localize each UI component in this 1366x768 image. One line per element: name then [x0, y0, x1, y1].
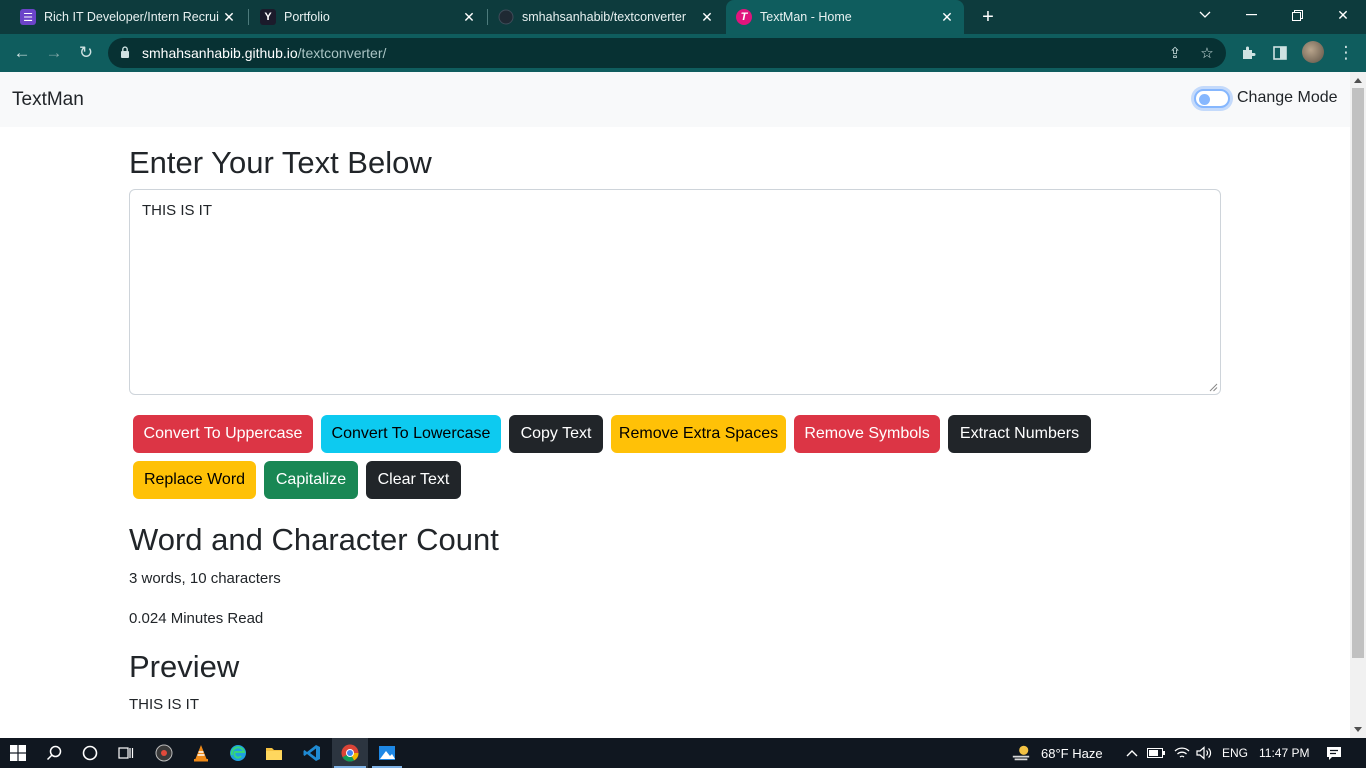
- textarea-value: THIS IS IT: [142, 202, 213, 219]
- copy-text-button[interactable]: Copy Text: [509, 415, 603, 453]
- side-panel-icon[interactable]: [1268, 41, 1292, 65]
- brand-link[interactable]: TextMan: [12, 89, 84, 111]
- cortana-icon[interactable]: [80, 743, 100, 763]
- windows-taskbar: 68°F Haze ENG 11:47 PM: [0, 738, 1366, 768]
- media-player-icon[interactable]: [154, 743, 174, 763]
- summary-heading: Word and Character Count: [129, 522, 499, 557]
- browser-toolbar: ← → ↻ smhahsanhabib.github.io/textconver…: [0, 34, 1366, 72]
- mode-toggle-switch[interactable]: [1194, 89, 1230, 108]
- tab-title: Portfolio: [284, 10, 330, 24]
- tab-rich-it[interactable]: ☰ Rich IT Developer/Intern Recruitm ✕: [0, 0, 246, 34]
- y-icon: Y: [260, 9, 276, 25]
- tab-title: smhahsanhabib/textconverter: [522, 10, 686, 24]
- remove-extra-spaces-button[interactable]: Remove Extra Spaces: [611, 415, 786, 453]
- task-view-icon[interactable]: [116, 743, 136, 763]
- page-title: Enter Your Text Below: [129, 145, 432, 180]
- remove-symbols-button[interactable]: Remove Symbols: [794, 415, 940, 453]
- scrollbar-thumb[interactable]: [1352, 88, 1364, 658]
- clear-text-button[interactable]: Clear Text: [366, 461, 461, 499]
- chrome-icon[interactable]: [340, 743, 360, 763]
- vlc-icon[interactable]: [191, 743, 211, 763]
- toggle-knob: [1199, 94, 1210, 105]
- close-window-button[interactable]: ✕: [1320, 0, 1366, 30]
- preview-heading: Preview: [129, 649, 240, 684]
- bookmark-star-icon[interactable]: ☆: [1198, 44, 1216, 62]
- replace-word-button[interactable]: Replace Word: [133, 461, 256, 499]
- url-path: /textconverter/: [297, 45, 387, 61]
- page-viewport: TextMan Change Mode Enter Your Text Belo…: [0, 72, 1350, 738]
- url-host: smhahsanhabib.github.io: [142, 45, 298, 61]
- photos-icon[interactable]: [377, 743, 397, 763]
- t-icon: T: [736, 9, 752, 25]
- text-input-area[interactable]: THIS IS IT: [129, 189, 1221, 395]
- restore-button[interactable]: [1274, 0, 1320, 30]
- navbar: TextMan Change Mode: [0, 72, 1350, 127]
- battery-icon[interactable]: [1146, 743, 1166, 763]
- tab-title: TextMan - Home: [760, 10, 852, 24]
- back-arrow-icon[interactable]: ←: [10, 41, 34, 65]
- resize-grip-icon[interactable]: [1209, 383, 1218, 392]
- capitalize-button[interactable]: Capitalize: [264, 461, 358, 499]
- show-hidden-icons-chevron-icon[interactable]: [1122, 743, 1142, 763]
- tab-search-icon[interactable]: [1182, 0, 1228, 30]
- search-icon[interactable]: [44, 743, 64, 763]
- menu-kebab-icon[interactable]: ⋮: [1334, 41, 1358, 65]
- close-icon[interactable]: ✕: [698, 8, 716, 26]
- word-char-count: 3 words, 10 characters: [129, 570, 281, 587]
- weather-text[interactable]: 68°F Haze: [1041, 746, 1103, 761]
- weather-haze-icon[interactable]: [1011, 743, 1031, 763]
- forward-arrow-icon[interactable]: →: [42, 41, 66, 65]
- clock-time[interactable]: 11:47 PM: [1259, 746, 1309, 760]
- edge-icon[interactable]: [228, 743, 248, 763]
- vscode-icon[interactable]: [302, 743, 322, 763]
- address-bar[interactable]: smhahsanhabib.github.io/textconverter/ ⇪…: [108, 38, 1226, 68]
- tab-divider: [248, 9, 249, 25]
- page-scrollbar[interactable]: [1350, 72, 1366, 738]
- wifi-icon[interactable]: [1172, 743, 1192, 763]
- extensions-puzzle-icon[interactable]: [1236, 41, 1260, 65]
- mode-toggle-label[interactable]: Change Mode: [1237, 89, 1338, 107]
- minimize-button[interactable]: [1228, 0, 1274, 30]
- reload-icon[interactable]: ↻: [74, 41, 98, 65]
- extract-numbers-button[interactable]: Extract Numbers: [948, 415, 1091, 453]
- windows-start-icon[interactable]: [8, 743, 28, 763]
- scroll-up-arrow-icon[interactable]: [1354, 78, 1362, 83]
- tab-github[interactable]: smhahsanhabib/textconverter ✕: [488, 0, 724, 34]
- convert-lowercase-button[interactable]: Convert To Lowercase: [321, 415, 501, 453]
- url-text: smhahsanhabib.github.io/textconverter/: [142, 45, 386, 61]
- lock-icon: [121, 46, 129, 58]
- close-icon[interactable]: ✕: [460, 8, 478, 26]
- preview-text: THIS IS IT: [129, 696, 200, 713]
- profile-avatar[interactable]: [1302, 41, 1324, 63]
- file-explorer-icon[interactable]: [264, 743, 284, 763]
- read-time: 0.024 Minutes Read: [129, 610, 264, 627]
- notifications-icon[interactable]: [1324, 743, 1344, 763]
- tab-textman[interactable]: T TextMan - Home ✕: [726, 0, 964, 34]
- scroll-down-arrow-icon[interactable]: [1354, 727, 1362, 732]
- close-icon[interactable]: ✕: [220, 8, 238, 26]
- new-tab-button[interactable]: +: [977, 6, 999, 28]
- speaker-icon[interactable]: [1194, 743, 1214, 763]
- browser-tab-strip: ☰ Rich IT Developer/Intern Recruitm ✕ Y …: [0, 0, 1366, 34]
- language-indicator[interactable]: ENG: [1222, 746, 1248, 760]
- convert-uppercase-button[interactable]: Convert To Uppercase: [133, 415, 313, 453]
- form-icon: ☰: [20, 9, 36, 25]
- github-icon: [498, 9, 514, 25]
- close-icon[interactable]: ✕: [938, 8, 956, 26]
- tab-portfolio[interactable]: Y Portfolio ✕: [250, 0, 486, 34]
- tab-title: Rich IT Developer/Intern Recruitm: [44, 10, 219, 24]
- share-icon[interactable]: ⇪: [1166, 44, 1184, 62]
